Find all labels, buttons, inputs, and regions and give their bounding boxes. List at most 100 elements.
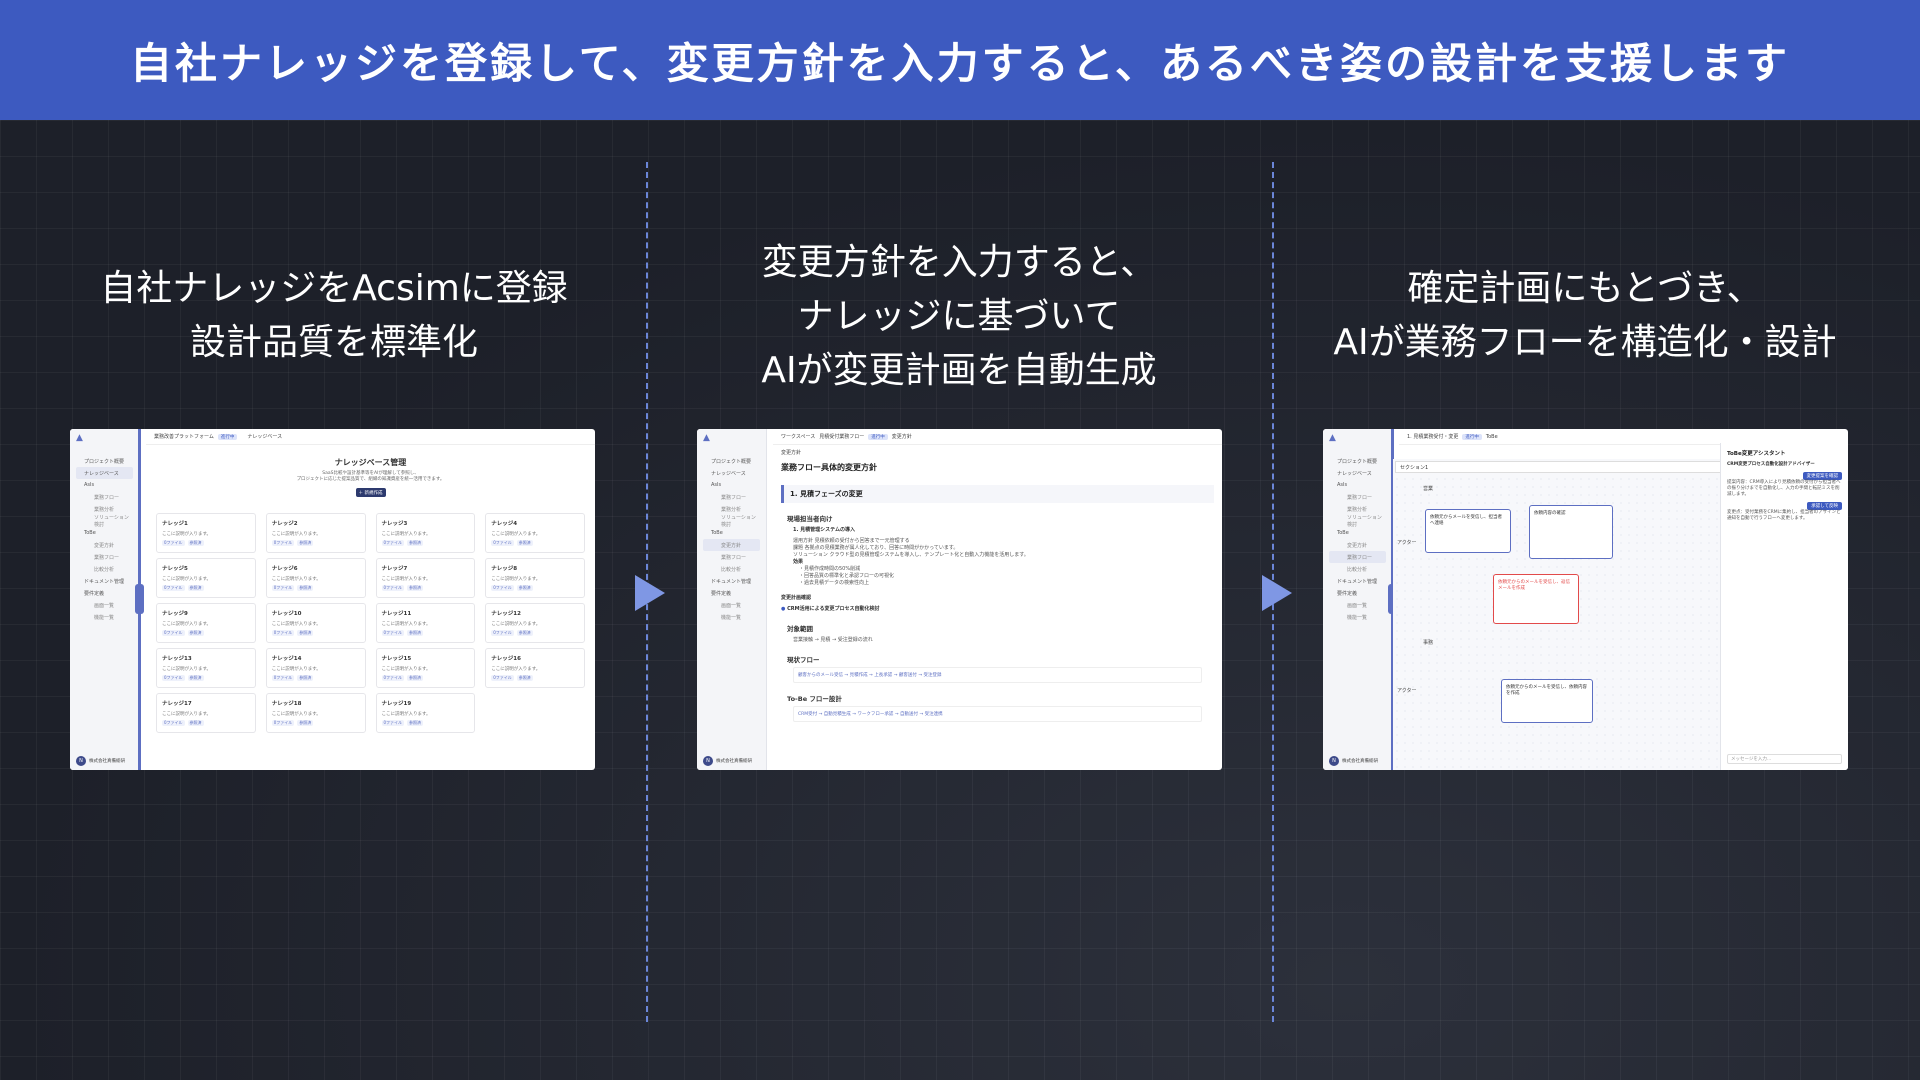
flow-canvas[interactable]: セクション1 営業 アクター 依頼元からメールを受信し、担当者へ連絡 依頼内容の… — [1393, 459, 1733, 770]
sidebar-toggle[interactable] — [135, 584, 144, 614]
knowledge-card[interactable]: ナレッジ3 ここに説明が入ります。 0ファイル 参照済 — [375, 513, 476, 553]
sidebar-item[interactable]: 要件定義 — [703, 587, 760, 599]
sidebar-item[interactable]: ToBe — [76, 527, 133, 539]
column-title-2: 変更方針を入力すると、 ナレッジに基づいて AIが変更計画を自動生成 — [761, 242, 1157, 391]
sidebar-item[interactable]: 業務フロー — [76, 551, 133, 563]
status-tag: 参照済 — [187, 585, 204, 591]
sidebar-item[interactable]: プロジェクト概要 — [703, 455, 760, 467]
sidebar-item[interactable]: 業務フロー — [1329, 491, 1386, 503]
knowledge-card[interactable]: ナレッジ14 ここに説明が入ります。 0ファイル 参照済 — [265, 648, 366, 688]
knowledge-card[interactable]: ナレッジ8 ここに説明が入ります。 0ファイル 参照済 — [485, 558, 585, 598]
knowledge-card[interactable]: ナレッジ6 ここに説明が入ります。 0ファイル 参照済 — [265, 558, 366, 598]
sidebar-item[interactable]: 画面一覧 — [1329, 599, 1386, 611]
knowledge-card[interactable]: ナレッジ11 ここに説明が入ります。 0ファイル 参照済 — [375, 603, 476, 643]
knowledge-card[interactable]: ナレッジ18 ここに説明が入ります。 0ファイル 参照済 — [265, 693, 366, 733]
knowledge-card[interactable]: ナレッジ7 ここに説明が入ります。 0ファイル 参照済 — [375, 558, 476, 598]
knowledge-card[interactable]: ナレッジ12 ここに説明が入ります。 0ファイル 参照済 — [485, 603, 585, 643]
file-count-tag: 0ファイル — [381, 630, 405, 636]
sidebar-item[interactable]: 機能一覧 — [703, 611, 760, 623]
status-tag: 参照済 — [187, 540, 204, 546]
sidebar-item[interactable]: 比較分析 — [1329, 563, 1386, 575]
sidebar-item[interactable]: ドキュメント管理 — [1329, 575, 1386, 587]
file-count-tag: 0ファイル — [162, 540, 185, 546]
sidebar-item[interactable]: 画面一覧 — [703, 599, 760, 611]
sidebar-item[interactable]: ソリューション検討 — [703, 515, 760, 528]
sidebar-item[interactable]: AsIs — [76, 479, 133, 491]
sidebar-item[interactable]: 要件定義 — [76, 587, 133, 599]
knowledge-card[interactable]: ナレッジ19 ここに説明が入ります。 0ファイル 参照済 — [375, 693, 476, 733]
user-profile[interactable]: N 株式会社真備総研 — [1329, 756, 1378, 766]
file-count-tag: 0ファイル — [491, 585, 514, 591]
file-count-tag: 0ファイル — [491, 675, 514, 681]
knowledge-card[interactable]: ナレッジ1 ここに説明が入ります。 0ファイル 参照済 — [156, 513, 256, 553]
policy-section: 1. 見積フェーズの変更 — [781, 485, 1214, 503]
assistant-title: ToBe変更アシスタント — [1727, 451, 1786, 457]
plan-title: 変更計画確認 — [781, 595, 812, 601]
flow-node[interactable]: 依頼元からのメールを受信し、依頼内容を作成 — [1501, 679, 1593, 723]
sidebar-item-active[interactable]: ナレッジベース — [76, 467, 133, 479]
sidebar-item[interactable]: AsIs — [1329, 479, 1386, 491]
tab-tobe[interactable]: ToBe — [1486, 434, 1498, 440]
status-tag: 参照済 — [297, 540, 314, 546]
knowledge-card[interactable]: ナレッジ13 ここに説明が入ります。 0ファイル 参照済 — [156, 648, 256, 688]
file-count-tag: 0ファイル — [381, 585, 405, 591]
sidebar-item[interactable]: AsIs — [703, 479, 760, 491]
knowledge-card[interactable]: ナレッジ2 ここに説明が入ります。 0ファイル 参照済 — [265, 513, 366, 553]
knowledge-card-title: ナレッジ19 — [381, 701, 412, 707]
avatar: N — [76, 756, 86, 766]
knowledge-card[interactable]: ナレッジ17 ここに説明が入ります。 0ファイル 参照済 — [156, 693, 256, 733]
sidebar-item[interactable]: 業務フロー — [76, 491, 133, 503]
knowledge-card[interactable]: ナレッジ5 ここに説明が入ります。 0ファイル 参照済 — [156, 558, 256, 598]
confirm-proposal-button[interactable]: 変更提案を確認 — [1802, 472, 1842, 480]
new-knowledge-button[interactable]: ＋ 新規作成 — [355, 488, 386, 497]
knowledge-card[interactable]: ナレッジ10 ここに説明が入ります。 0ファイル 参照済 — [265, 603, 366, 643]
avatar: N — [1329, 756, 1339, 766]
sidebar-item[interactable]: ソリューション検討 — [76, 515, 133, 528]
knowledge-card-title: ナレッジ2 — [271, 521, 298, 527]
sidebar-item[interactable]: プロジェクト概要 — [1329, 455, 1386, 467]
knowledge-card-desc: ここに説明が入ります。 — [162, 622, 212, 627]
flow-node[interactable]: 依頼内容の確認 — [1529, 505, 1613, 559]
sidebar-item-active[interactable]: 変更方針 — [703, 539, 760, 551]
sidebar-item[interactable]: 比較分析 — [703, 563, 760, 575]
status-tag: 参照済 — [516, 540, 533, 546]
knowledge-card[interactable]: ナレッジ15 ここに説明が入ります。 0ファイル 参照済 — [375, 648, 476, 688]
sidebar-item[interactable]: 画面一覧 — [76, 599, 133, 611]
screenshot-change-policy: ▲ プロジェクト概要 ナレッジベース AsIs 業務フロー 業務分析 ソリューシ… — [697, 429, 1222, 770]
knowledge-card[interactable]: ナレッジ4 ここに説明が入ります。 0ファイル 参照済 — [485, 513, 585, 553]
main-content: ワークスペース 見積受付業務フロー 進行中 変更方針 変更方針 業務フロー具体的… — [773, 429, 1222, 770]
flow-node[interactable]: 依頼元からメールを受信し、担当者へ連絡 — [1425, 509, 1511, 553]
plan-item[interactable]: ● CRM活用による変更プロセス自動化検討 — [781, 606, 1202, 613]
sidebar-item[interactable]: ドキュメント管理 — [76, 575, 133, 587]
file-count-tag: 0ファイル — [271, 630, 295, 636]
knowledge-card[interactable]: ナレッジ9 ここに説明が入ります。 0ファイル 参照済 — [156, 603, 256, 643]
sidebar-item[interactable]: 変更方針 — [1329, 539, 1386, 551]
sidebar-item[interactable]: ドキュメント管理 — [703, 575, 760, 587]
knowledge-card[interactable]: ナレッジ16 ここに説明が入ります。 0ファイル 参照済 — [485, 648, 585, 688]
assistant-panel: ToBe変更アシスタント CRM変更プロセス自動化設計アドバイザー 変更提案を確… — [1720, 443, 1848, 770]
sidebar-item[interactable]: 機能一覧 — [76, 611, 133, 623]
sidebar-item[interactable]: ナレッジベース — [1329, 467, 1386, 479]
sidebar: ▲ プロジェクト概要 ナレッジベース AsIs 業務フロー 業務分析 ソリューシ… — [70, 429, 140, 770]
flow-node-highlighted[interactable]: 依頼元からのメールを受信し、返信メールを作成 — [1493, 574, 1579, 624]
sidebar-item[interactable]: 比較分析 — [76, 563, 133, 575]
sidebar-item[interactable]: ソリューション検討 — [1329, 515, 1386, 528]
sidebar-item[interactable]: 機能一覧 — [1329, 611, 1386, 623]
actor-label: アクター — [1397, 540, 1417, 546]
sidebar-item[interactable]: ToBe — [1329, 527, 1386, 539]
sidebar-item[interactable]: ナレッジベース — [703, 467, 760, 479]
status-tag: 参照済 — [407, 540, 424, 546]
sidebar-item-active[interactable]: 業務フロー — [1329, 551, 1386, 563]
sidebar-item[interactable]: プロジェクト概要 — [76, 455, 133, 467]
sidebar-item[interactable]: 業務フロー — [703, 551, 760, 563]
user-profile[interactable]: N 株式会社真備総研 — [703, 756, 752, 766]
sidebar-item[interactable]: ToBe — [703, 527, 760, 539]
approve-button[interactable]: 承認して反映 — [1807, 502, 1842, 510]
sidebar-item[interactable]: 変更方針 — [76, 539, 133, 551]
knowledge-card-desc: ここに説明が入ります。 — [381, 622, 431, 627]
sidebar-item[interactable]: 業務フロー — [703, 491, 760, 503]
section-header[interactable]: セクション1 — [1395, 461, 1731, 473]
sidebar-item[interactable]: 要件定義 — [1329, 587, 1386, 599]
user-profile[interactable]: N 株式会社真備総研 — [76, 756, 125, 766]
assistant-input[interactable]: メッセージを入力... — [1727, 754, 1842, 764]
